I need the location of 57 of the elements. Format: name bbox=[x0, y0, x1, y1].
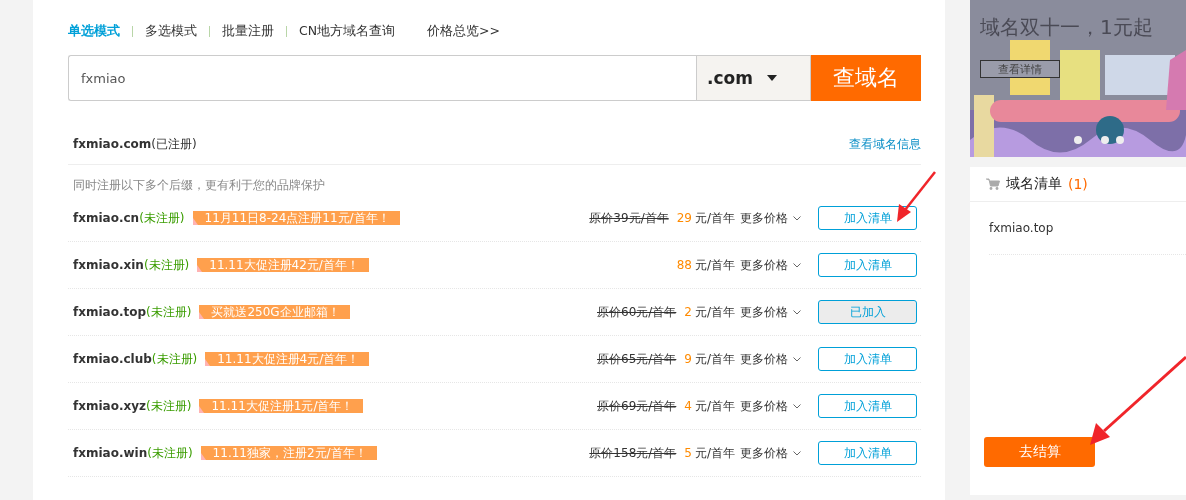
price-overview-link[interactable]: 价格总览>> bbox=[427, 22, 501, 40]
promo-tag: 11.11大促注册1元/首年！ bbox=[199, 399, 364, 413]
details-button[interactable]: 查看详情 bbox=[980, 60, 1060, 78]
chevron-icon bbox=[793, 450, 801, 456]
promo-tag: 11.11独家，注册2元/首年！ bbox=[200, 446, 377, 460]
hint-text: 同时注册以下多个后缀，更有利于您的品牌保护 bbox=[72, 177, 326, 194]
chevron-icon bbox=[793, 215, 801, 221]
mode-tab[interactable]: 批量注册 bbox=[222, 22, 274, 40]
price: 4 bbox=[684, 399, 692, 413]
more-prices-link[interactable]: 更多价格 bbox=[740, 209, 801, 227]
promo-tag: 11.11大促注册4元/首年！ bbox=[205, 352, 370, 366]
domain-name: fxmiao.xyz(未注册) bbox=[73, 397, 192, 415]
promo-tag: 买就送250G企业邮箱！ bbox=[199, 305, 350, 319]
domain-name: fxmiao.club(未注册) bbox=[73, 350, 198, 368]
price: 88 bbox=[676, 258, 692, 272]
price: 9 bbox=[684, 352, 692, 366]
more-prices-link[interactable]: 更多价格 bbox=[740, 256, 801, 274]
domain-name: fxmiao.top(未注册) bbox=[73, 303, 192, 321]
more-prices-link[interactable]: 更多价格 bbox=[740, 350, 801, 368]
domain-info-link[interactable]: 查看域名信息 bbox=[849, 135, 921, 153]
suffix-select[interactable]: .com bbox=[696, 55, 811, 101]
more-prices-link[interactable]: 更多价格 bbox=[740, 444, 801, 462]
price-unit: 元/首年 bbox=[694, 209, 735, 227]
mode-tab[interactable]: CN地方域名查询 bbox=[299, 22, 396, 40]
price: 5 bbox=[684, 446, 692, 460]
promo-tag: 11月11日8-24点注册11元/首年！ bbox=[192, 211, 400, 225]
original-price: 原价60元/首年 bbox=[597, 303, 677, 321]
original-price: 原价65元/首年 bbox=[597, 350, 677, 368]
price-unit: 元/首年 bbox=[694, 303, 735, 321]
caret-icon bbox=[766, 75, 777, 81]
registered-domain: fxmiao.com(已注册) bbox=[73, 135, 197, 153]
domain-name: fxmiao.win(未注册) bbox=[73, 444, 193, 462]
chevron-icon bbox=[793, 403, 801, 409]
price: 29 bbox=[676, 211, 692, 225]
promo-tag: 11.11大促注册42元/首年！ bbox=[197, 258, 369, 272]
chevron-icon bbox=[793, 262, 801, 268]
price-unit: 元/首年 bbox=[694, 444, 735, 462]
cart-count: (1) bbox=[1068, 176, 1088, 192]
domain-name: fxmiao.cn(未注册) bbox=[73, 209, 185, 227]
banner-headline: 域名双十一，1元起 bbox=[980, 14, 1153, 41]
original-price: 原价69元/首年 bbox=[597, 397, 677, 415]
chevron-icon bbox=[793, 309, 801, 315]
mode-tab[interactable]: 多选模式 bbox=[145, 22, 197, 40]
cart-title: 域名清单 bbox=[1006, 175, 1062, 193]
price-unit: 元/首年 bbox=[694, 397, 735, 415]
search-field[interactable]: fxmiao bbox=[68, 55, 696, 101]
chevron-icon bbox=[793, 356, 801, 362]
domain-name: fxmiao.xin(未注册) bbox=[73, 256, 190, 274]
original-price: 原价158元/首年 bbox=[589, 444, 677, 462]
price-unit: 元/首年 bbox=[694, 350, 735, 368]
price-unit: 元/首年 bbox=[694, 256, 735, 274]
price: 2 bbox=[684, 305, 692, 319]
cart-icon bbox=[986, 178, 1000, 190]
original-price: 原价39元/首年 bbox=[589, 209, 669, 227]
more-prices-link[interactable]: 更多价格 bbox=[740, 397, 801, 415]
cart-item: fxmiao.top bbox=[989, 221, 1054, 235]
more-prices-link[interactable]: 更多价格 bbox=[740, 303, 801, 321]
